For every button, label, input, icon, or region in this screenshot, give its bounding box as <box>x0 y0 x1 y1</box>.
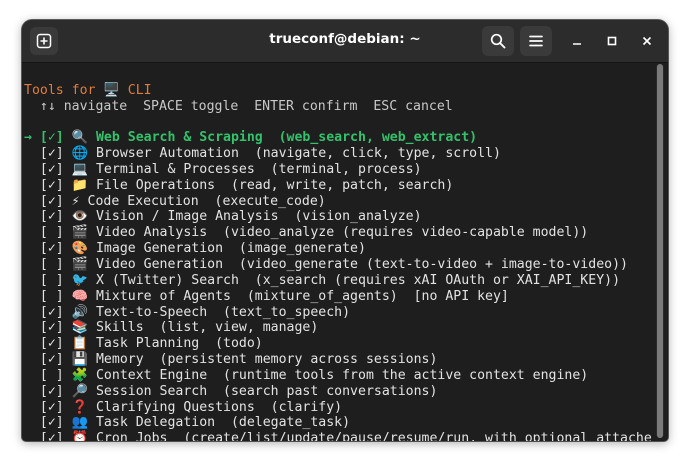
list-item[interactable]: [✓] 📁 File Operations (read, write, patc… <box>24 178 453 194</box>
list-item[interactable]: [ ] 🧩 Context Engine (runtime tools from… <box>24 368 588 384</box>
list-item[interactable]: [✓] 💾 Memory (persistent memory across s… <box>24 352 438 368</box>
title-bar: trueconf@debian: ~ <box>22 20 668 63</box>
key-hints: ↑↓ navigate SPACE toggle ENTER confirm E… <box>24 99 453 114</box>
list-item[interactable]: [✓] 📚 Skills (list, view, manage) <box>24 320 318 336</box>
minimize-button[interactable] <box>567 31 587 51</box>
hamburger-menu-icon <box>528 33 544 49</box>
terminal-window: trueconf@debian: ~ Tools for 🖥️ CLI ↑↓ n… <box>22 20 668 441</box>
maximize-icon <box>606 35 618 47</box>
list-item[interactable]: [✓] 📋 Task Planning (todo) <box>24 336 263 352</box>
search-icon <box>490 33 506 49</box>
list-item[interactable]: [✓] 👁️ Vision / Image Analysis (vision_a… <box>24 209 422 225</box>
terminal-output[interactable]: Tools for 🖥️ CLI ↑↓ navigate SPACE toggl… <box>22 63 654 441</box>
list-item[interactable]: [✓] ⚡ Code Execution (execute_code) <box>24 194 326 210</box>
scrollbar[interactable] <box>656 64 664 438</box>
list-item[interactable]: [✓] 👥 Task Delegation (delegate_task) <box>24 415 350 431</box>
list-item[interactable]: [✓] 💻 Terminal & Processes (terminal, pr… <box>24 162 422 178</box>
close-button[interactable] <box>637 31 657 51</box>
list-item[interactable]: [ ] 🧠 Mixture of Agents (mixture_of_agen… <box>24 289 509 305</box>
tools-header: Tools for 🖥️ CLI <box>24 83 152 98</box>
close-icon <box>641 35 653 47</box>
list-item[interactable]: [✓] 🔎 Session Search (search past conver… <box>24 384 438 400</box>
list-item[interactable]: [ ] 🎬 Video Generation (video_generate (… <box>24 257 628 273</box>
list-item[interactable]: [ ] 🐦 X (Twitter) Search (x_search (requ… <box>24 273 620 289</box>
list-item[interactable]: [ ] 🎬 Video Analysis (video_analyze (req… <box>24 225 588 241</box>
list-item[interactable]: [✓] 🌐 Browser Automation (navigate, clic… <box>24 146 501 162</box>
maximize-button[interactable] <box>602 31 622 51</box>
list-item[interactable]: [✓] 🔊 Text-to-Speech (text_to_speech) <box>24 305 350 321</box>
list-item-selected[interactable]: → [✓] 🔍 Web Search & Scraping (web_searc… <box>24 130 477 146</box>
list-item[interactable]: [✓] ⏰ Cron Jobs (create/list/update/paus… <box>24 431 652 441</box>
search-button[interactable] <box>482 26 514 56</box>
list-item[interactable]: [✓] ❓ Clarifying Questions (clarify) <box>24 400 342 416</box>
minimize-icon <box>571 35 583 47</box>
scrollbar-thumb[interactable] <box>657 64 663 438</box>
menu-button[interactable] <box>520 26 552 56</box>
list-item[interactable]: [✓] 🎨 Image Generation (image_generate) <box>24 241 366 257</box>
